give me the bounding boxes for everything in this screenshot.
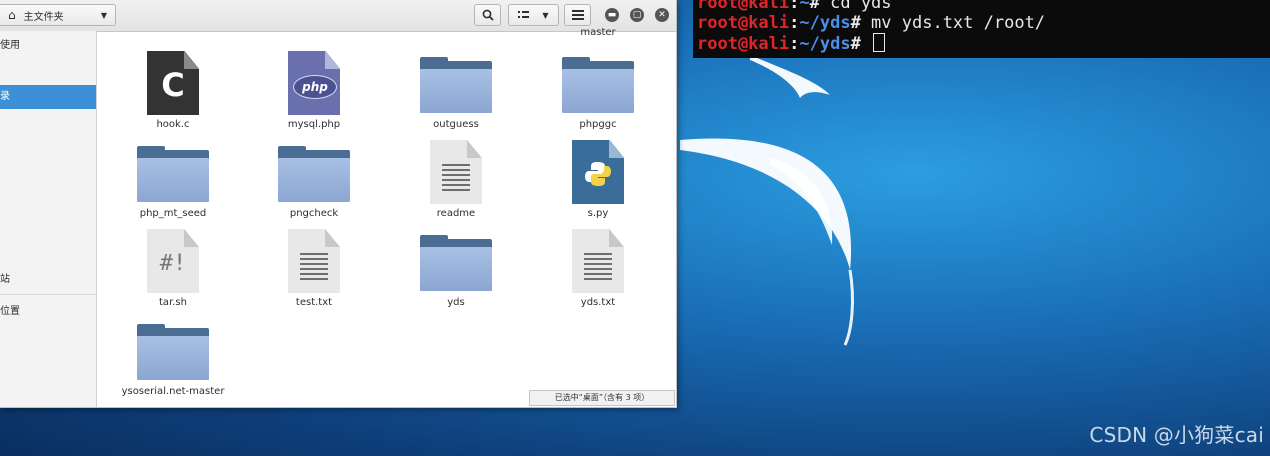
sidebar-item-trash[interactable]: 站 bbox=[0, 268, 96, 292]
selection-status: 已选中“桌面”（含有 3 项） bbox=[529, 390, 675, 406]
command-text: mv yds.txt /root/ bbox=[860, 13, 1046, 33]
folder-icon bbox=[420, 51, 492, 119]
prompt-separator: : bbox=[789, 34, 800, 54]
file-name: php_mt_seed bbox=[139, 208, 207, 219]
search-icon bbox=[482, 9, 494, 21]
file-name: tar.sh bbox=[159, 297, 187, 308]
file-name: pngcheck bbox=[289, 208, 339, 219]
prompt-user: root@kali bbox=[697, 13, 790, 33]
file-name: mysql.php bbox=[287, 119, 341, 130]
sidebar-divider bbox=[0, 294, 96, 295]
sidebar-item-label: 录 bbox=[0, 91, 10, 102]
terminal-window[interactable]: root@kali:~# cd yds root@kali:~/yds# mv … bbox=[693, 0, 1270, 58]
sidebar-item-label: 使用 bbox=[0, 40, 20, 51]
file-item[interactable]: s.py bbox=[528, 140, 668, 219]
sidebar: 使用 录 站 位置 bbox=[0, 31, 97, 407]
file-item[interactable]: test.txt bbox=[244, 229, 384, 308]
file-manager-window: ⌂ 主文件夹 ▼ ▼ ▬ ▢ ✕ 使用 录 站 位置 master C hook… bbox=[0, 0, 677, 408]
terminal-cursor[interactable] bbox=[873, 33, 886, 52]
file-item[interactable]: #! tar.sh bbox=[103, 229, 243, 308]
prompt-user: root@kali bbox=[697, 34, 790, 54]
file-name: outguess bbox=[433, 119, 479, 130]
file-item[interactable]: php mysql.php bbox=[244, 51, 384, 130]
partial-file-label: master bbox=[580, 27, 616, 38]
prompt-symbol: # bbox=[850, 34, 861, 54]
maximize-icon: ▢ bbox=[632, 10, 642, 20]
sidebar-item-recent[interactable]: 使用 bbox=[0, 34, 96, 58]
view-options-button[interactable]: ▼ bbox=[508, 4, 559, 26]
terminal-line: root@kali:~/yds# mv yds.txt /root/ bbox=[697, 13, 1266, 33]
maximize-button[interactable]: ▢ bbox=[630, 8, 644, 22]
command-text: cd yds bbox=[819, 0, 892, 13]
close-button[interactable]: ✕ bbox=[655, 8, 669, 22]
file-name: yds bbox=[447, 297, 465, 308]
file-item[interactable]: php_mt_seed bbox=[103, 140, 243, 219]
minimize-icon: ▬ bbox=[607, 10, 617, 20]
file-name: phpggc bbox=[579, 119, 617, 130]
sidebar-item-other-locations[interactable]: 位置 bbox=[0, 300, 96, 324]
search-button[interactable] bbox=[474, 4, 501, 26]
home-icon: ⌂ bbox=[8, 8, 16, 22]
prompt-path: ~/yds bbox=[799, 13, 851, 33]
prompt-symbol: # bbox=[850, 13, 861, 33]
prompt-path: ~ bbox=[799, 0, 810, 13]
text-file-icon bbox=[278, 229, 350, 297]
location-button[interactable]: ⌂ 主文件夹 ▼ bbox=[0, 4, 116, 26]
folder-icon bbox=[562, 51, 634, 119]
list-view-icon bbox=[518, 11, 530, 18]
chevron-down-icon: ▼ bbox=[100, 10, 107, 20]
file-item[interactable]: readme bbox=[386, 140, 526, 219]
folder-icon bbox=[420, 229, 492, 297]
prompt-symbol: # bbox=[809, 0, 820, 13]
chevron-down-icon: ▼ bbox=[542, 10, 549, 20]
shell-script-icon: #! bbox=[137, 229, 209, 297]
file-item[interactable]: ysoserial.net-master bbox=[103, 318, 243, 397]
c-file-icon: C bbox=[137, 51, 209, 119]
menu-button[interactable] bbox=[564, 4, 591, 26]
file-item[interactable]: yds bbox=[386, 229, 526, 308]
folder-icon bbox=[278, 140, 350, 208]
file-grid: master C hook.c php mysql.php outguess p… bbox=[97, 27, 676, 407]
watermark: CSDN @小狗菜cai bbox=[1089, 423, 1264, 447]
minimize-button[interactable]: ▬ bbox=[605, 8, 619, 22]
prompt-path: ~/yds bbox=[799, 34, 851, 54]
location-label: 主文件夹 bbox=[23, 11, 64, 23]
command-text bbox=[861, 34, 871, 54]
prompt-separator: : bbox=[789, 13, 800, 33]
folder-icon bbox=[137, 140, 209, 208]
file-item[interactable]: pngcheck bbox=[244, 140, 384, 219]
prompt-user: root@kali bbox=[697, 0, 790, 13]
sidebar-item-label: 站 bbox=[0, 274, 10, 285]
terminal-line: root@kali:~# cd yds bbox=[697, 0, 1266, 13]
sidebar-item-label: 位置 bbox=[0, 306, 20, 317]
sidebar-item-desktop[interactable]: 录 bbox=[0, 85, 96, 109]
text-file-icon bbox=[562, 229, 634, 297]
file-name: test.txt bbox=[295, 297, 333, 308]
terminal-line: root@kali:~/yds# bbox=[697, 33, 1266, 54]
file-item[interactable]: C hook.c bbox=[103, 51, 243, 130]
file-item[interactable]: yds.txt bbox=[528, 229, 668, 308]
close-icon: ✕ bbox=[658, 10, 666, 20]
file-name: s.py bbox=[587, 208, 609, 219]
kali-dragon-logo bbox=[680, 55, 854, 346]
text-file-icon bbox=[420, 140, 492, 208]
file-name: yds.txt bbox=[580, 297, 616, 308]
python-file-icon bbox=[562, 140, 634, 208]
file-name: hook.c bbox=[156, 119, 190, 130]
php-file-icon: php bbox=[278, 51, 350, 119]
hamburger-menu-icon bbox=[571, 10, 584, 20]
file-name: ysoserial.net-master bbox=[121, 386, 225, 397]
file-item[interactable]: phpggc bbox=[528, 51, 668, 130]
prompt-separator: : bbox=[789, 0, 800, 13]
folder-icon bbox=[137, 318, 209, 386]
file-name: readme bbox=[436, 208, 476, 219]
file-item[interactable]: outguess bbox=[386, 51, 526, 130]
